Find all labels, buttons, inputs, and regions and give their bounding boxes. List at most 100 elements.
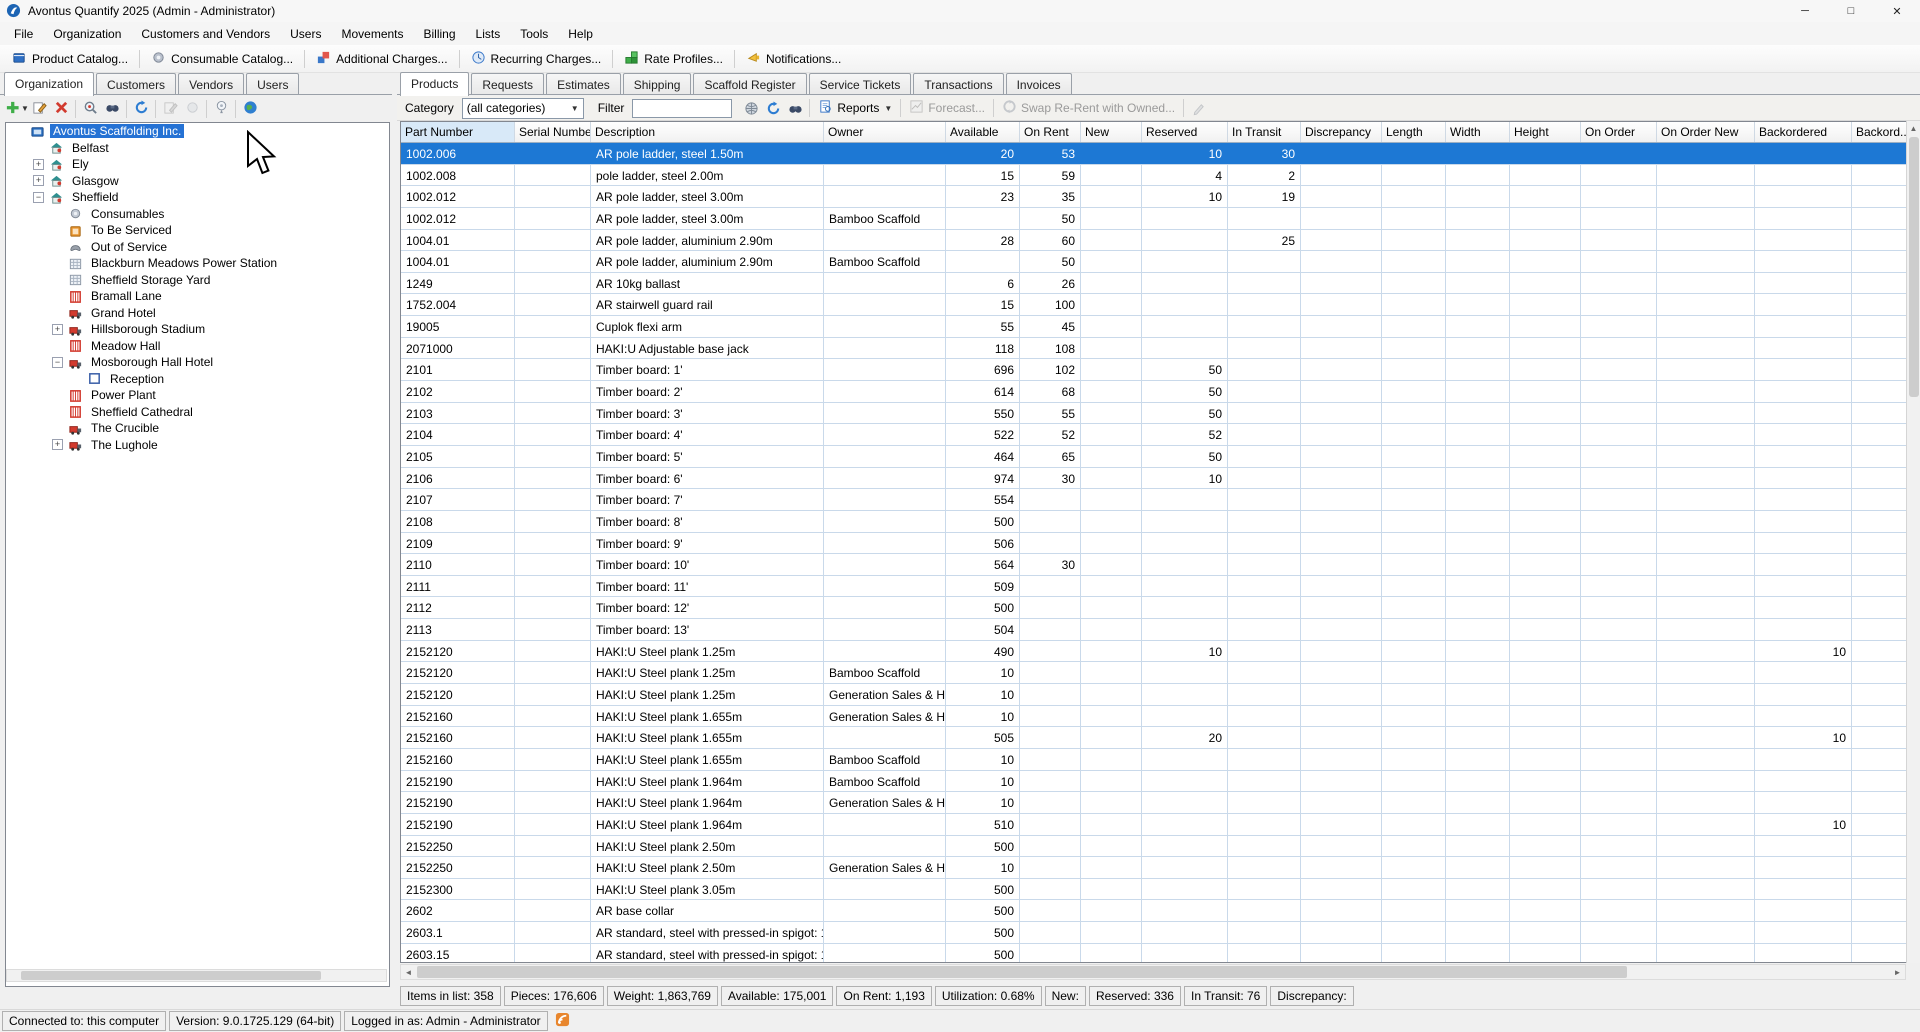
table-row[interactable]: 2113Timber board: 13'504: [401, 619, 1906, 641]
edit-product-button[interactable]: [1187, 98, 1209, 118]
table-row[interactable]: 2101Timber board: 1'69610250: [401, 359, 1906, 381]
menu-item-lists[interactable]: Lists: [466, 24, 511, 44]
column-header-on-rent[interactable]: On Rent: [1020, 122, 1081, 142]
tab-vendors[interactable]: Vendors: [178, 73, 244, 95]
table-row[interactable]: 1002.012AR pole ladder, steel 3.00mBambo…: [401, 208, 1906, 230]
table-row[interactable]: 2152160HAKI:U Steel plank 1.655mGenerati…: [401, 706, 1906, 728]
tree-expander[interactable]: +: [52, 439, 63, 450]
tree-item-blackburn-meadows-power-station[interactable]: Blackburn Meadows Power Station: [6, 255, 389, 272]
table-row[interactable]: 2152120HAKI:U Steel plank 1.25mBamboo Sc…: [401, 662, 1906, 684]
product-catalog-button[interactable]: Product Catalog...: [4, 46, 136, 72]
forecast-button[interactable]: Forecast...: [904, 97, 990, 119]
table-row[interactable]: 1249AR 10kg ballast626: [401, 273, 1906, 295]
scroll-thumb[interactable]: [417, 966, 1627, 978]
column-header-new[interactable]: New: [1081, 122, 1142, 142]
tab-organization[interactable]: Organization: [4, 72, 94, 96]
tree-item-sheffield-cathedral[interactable]: Sheffield Cathedral: [6, 404, 389, 421]
minimize-button[interactable]: ─: [1782, 0, 1828, 22]
table-row[interactable]: 2152160HAKI:U Steel plank 1.655m5052010: [401, 727, 1906, 749]
reports-button[interactable]: Reports ▼: [813, 97, 897, 119]
web-view-button[interactable]: [740, 98, 762, 118]
table-row[interactable]: 2104Timber board: 4'5225252: [401, 424, 1906, 446]
delete-button[interactable]: [50, 99, 72, 119]
column-header-width[interactable]: Width: [1446, 122, 1510, 142]
scroll-thumb[interactable]: [21, 971, 321, 980]
tree-expander[interactable]: −: [33, 192, 44, 203]
menu-item-customers-and-vendors[interactable]: Customers and Vendors: [131, 24, 280, 44]
tab-service-tickets[interactable]: Service Tickets: [809, 73, 912, 95]
tree-item-grand-hotel[interactable]: Grand Hotel: [6, 305, 389, 322]
notifications-button[interactable]: Notifications...: [738, 46, 849, 72]
map-marker-button[interactable]: [210, 99, 232, 119]
tree-item-reception[interactable]: Reception: [6, 371, 389, 388]
add-button[interactable]: ▼: [6, 99, 28, 119]
stamp-button[interactable]: [181, 99, 203, 119]
close-button[interactable]: ✕: [1874, 0, 1920, 22]
table-row[interactable]: 1002.006AR pole ladder, steel 1.50m20531…: [401, 143, 1906, 165]
column-header-description[interactable]: Description: [591, 122, 824, 142]
menu-item-organization[interactable]: Organization: [43, 24, 131, 44]
consumable-catalog-button[interactable]: Consumable Catalog...: [143, 46, 301, 72]
table-row[interactable]: 2602AR base collar500: [401, 900, 1906, 922]
column-header-height[interactable]: Height: [1510, 122, 1581, 142]
tab-transactions[interactable]: Transactions: [913, 73, 1003, 95]
tab-invoices[interactable]: Invoices: [1006, 73, 1072, 95]
scroll-left-arrow[interactable]: ◄: [401, 965, 416, 979]
column-header-in-transit[interactable]: In Transit: [1228, 122, 1301, 142]
table-row[interactable]: 1752.004AR stairwell guard rail15100: [401, 294, 1906, 316]
refresh-button[interactable]: [762, 98, 784, 118]
scroll-right-arrow[interactable]: ►: [1890, 965, 1905, 979]
table-row[interactable]: 1002.008pole ladder, steel 2.00m155942: [401, 165, 1906, 187]
tree-expander[interactable]: −: [52, 357, 63, 368]
edit-notes-button[interactable]: [159, 99, 181, 119]
table-row[interactable]: 2103Timber board: 3'5505550: [401, 403, 1906, 425]
tree-expander[interactable]: +: [52, 324, 63, 335]
table-row[interactable]: 2152190HAKI:U Steel plank 1.964mGenerati…: [401, 792, 1906, 814]
additional-charges-button[interactable]: Additional Charges...: [308, 46, 455, 72]
tab-scaffold-register[interactable]: Scaffold Register: [693, 73, 806, 95]
feed-icon[interactable]: [555, 1012, 570, 1030]
tree-item-mosborough-hall-hotel[interactable]: −Mosborough Hall Hotel: [6, 354, 389, 371]
tree-item-hillsborough-stadium[interactable]: +Hillsborough Stadium: [6, 321, 389, 338]
table-row[interactable]: 2107Timber board: 7'554: [401, 489, 1906, 511]
table-row[interactable]: 2152250HAKI:U Steel plank 2.50mGeneratio…: [401, 857, 1906, 879]
tab-products[interactable]: Products: [400, 72, 469, 96]
table-row[interactable]: 2106Timber board: 6'9743010: [401, 468, 1906, 490]
menu-item-help[interactable]: Help: [558, 24, 603, 44]
tab-users[interactable]: Users: [246, 73, 299, 95]
table-row[interactable]: 2603.1AR standard, steel with pressed-in…: [401, 922, 1906, 944]
table-row[interactable]: 2152190HAKI:U Steel plank 1.964m51010: [401, 814, 1906, 836]
tree-item-to-be-serviced[interactable]: To Be Serviced: [6, 222, 389, 239]
table-row[interactable]: 1004.01AR pole ladder, aluminium 2.90mBa…: [401, 251, 1906, 273]
refresh-button[interactable]: [130, 99, 152, 119]
tree-expander[interactable]: +: [33, 175, 44, 186]
table-row[interactable]: 2110Timber board: 10'56430: [401, 554, 1906, 576]
table-row[interactable]: 1004.01AR pole ladder, aluminium 2.90m28…: [401, 230, 1906, 252]
column-header-backord[interactable]: Backord...: [1852, 122, 1906, 142]
tree-expander[interactable]: +: [33, 159, 44, 170]
table-row[interactable]: 2152120HAKI:U Steel plank 1.25mGeneratio…: [401, 684, 1906, 706]
column-header-on-order-new[interactable]: On Order New: [1657, 122, 1755, 142]
table-row[interactable]: 2152160HAKI:U Steel plank 1.655mBamboo S…: [401, 749, 1906, 771]
rate-profiles-button[interactable]: Rate Profiles...: [616, 46, 731, 72]
edit-button[interactable]: [28, 99, 50, 119]
column-header-part-number[interactable]: Part Number: [401, 122, 515, 142]
tab-estimates[interactable]: Estimates: [546, 73, 621, 95]
table-row[interactable]: 2152250HAKI:U Steel plank 2.50m500: [401, 836, 1906, 858]
tree-item-sheffield[interactable]: −Sheffield: [6, 189, 389, 206]
table-row[interactable]: 19005Cuplok flexi arm5545: [401, 316, 1906, 338]
column-header-backordered[interactable]: Backordered: [1755, 122, 1852, 142]
table-row[interactable]: 1002.012AR pole ladder, steel 3.00m23351…: [401, 186, 1906, 208]
menu-item-tools[interactable]: Tools: [510, 24, 558, 44]
recurring-charges-button[interactable]: Recurring Charges...: [463, 46, 610, 72]
column-header-available[interactable]: Available: [946, 122, 1020, 142]
tree-item-consumables[interactable]: Consumables: [6, 206, 389, 223]
column-header-serial-number[interactable]: Serial Number: [515, 122, 591, 142]
table-row[interactable]: 2105Timber board: 5'4646550: [401, 446, 1906, 468]
view-button[interactable]: [784, 98, 806, 118]
table-row[interactable]: 2603.15AR standard, steel with pressed-i…: [401, 944, 1906, 963]
column-header-reserved[interactable]: Reserved: [1142, 122, 1228, 142]
table-row[interactable]: 2112Timber board: 12'500: [401, 597, 1906, 619]
table-row[interactable]: 2102Timber board: 2'6146850: [401, 381, 1906, 403]
column-header-discrepancy[interactable]: Discrepancy: [1301, 122, 1382, 142]
